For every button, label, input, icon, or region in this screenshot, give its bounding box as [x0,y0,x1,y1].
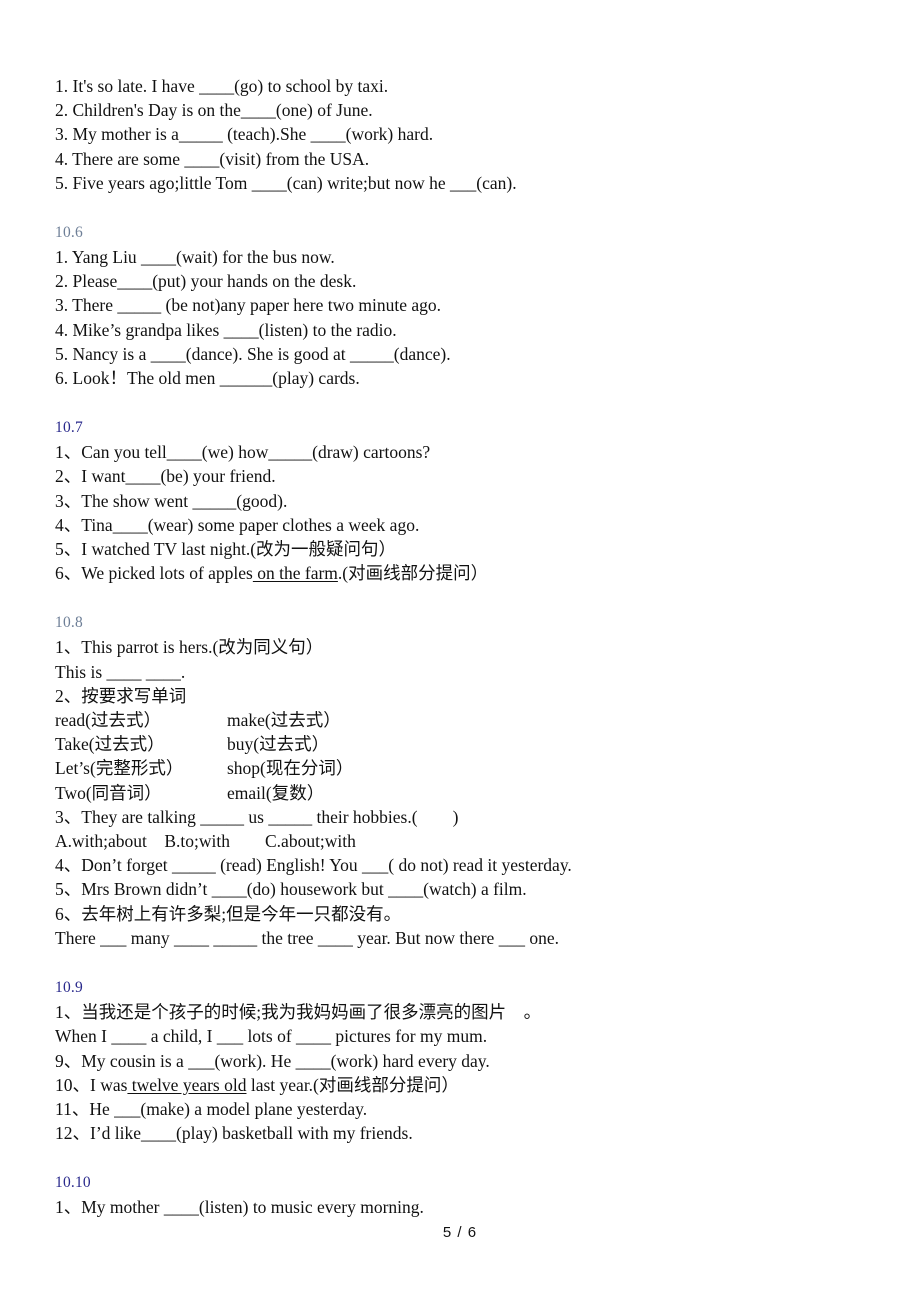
line-text-after: .(对画线部分提问） [337,563,489,584]
underlined-answer-phrase: twelve years old [127,1074,247,1095]
section-10-8: 10.8 1、This parrot is hers.(改为同义句） This … [55,611,875,950]
section-10-6: 10.6 1. Yang Liu ____(wait) for the bus … [55,221,875,390]
exercise-line: 5、I watched TV last night.(改为一般疑问句） [55,539,397,560]
page-number: 5 / 6 [442,1224,478,1241]
vocab-row: Let’s(完整形式） shop(现在分词） [55,756,875,780]
exercise-line: 11、He ___(make) a model plane yesterday. [55,1098,368,1119]
section-10-7: 10.7 1、Can you tell____(we) how_____(dra… [55,416,875,585]
line-text-before: 10、I was [55,1074,128,1095]
section-10-9: 10.9 1、当我还是个孩子的时候;我为我妈妈画了很多漂亮的图片 。 When … [55,976,875,1145]
exercise-line: 1、My mother ____(listen) to music every … [55,1197,424,1218]
exercise-line: 5. Nancy is a ____(dance). She is good a… [55,343,451,364]
exercise-line: When I ____ a child, I ___ lots of ____ … [55,1026,488,1047]
exercise-line: 2、按要求写单词 [55,685,187,706]
exercise-line: 5、Mrs Brown didn’t ____(do) housework bu… [55,879,527,900]
vocab-item: email(复数） [227,782,325,803]
exercise-line: 4、Tina____(wear) some paper clothes a we… [55,514,420,535]
exercise-line: There ___ many ____ _____ the tree ____ … [55,927,559,948]
vocab-item: make(过去式） [227,710,341,731]
section-10-10: 10.10 1、My mother ____(listen) to music … [55,1171,875,1219]
exercise-line: 4、Don’t forget _____ (read) English! You… [55,855,572,876]
exercise-line: 9、My cousin is a ___(work). He ____(work… [55,1050,490,1071]
vocab-item: shop(现在分词） [227,758,354,779]
exercise-line: 4. Mike’s grandpa likes ____(listen) to … [55,319,397,340]
vocab-item: buy(过去式） [227,734,330,755]
exercise-line: 3. My mother is a_____ (teach).She ____(… [55,124,434,145]
exercise-line: 3. There _____ (be not)any paper here tw… [55,295,442,316]
exercise-line: 3、The show went _____(good). [55,490,288,511]
line-text-after: last year.(对画线部分提问） [246,1074,459,1095]
exercise-line: This is ____ ____. [55,661,186,682]
line-text-before: 6、We picked lots of apples [55,563,253,584]
section-heading: 10.7 [55,419,83,437]
exercise-line: 1、当我还是个孩子的时候;我为我妈妈画了很多漂亮的图片 。 [55,1002,542,1023]
section-heading: 10.6 [55,224,83,242]
vocab-item: Two(同音词） [55,782,162,803]
exercise-line: 4. There are some ____(visit) from the U… [55,148,370,169]
exercise-line: 1、Can you tell____(we) how_____(draw) ca… [55,442,431,463]
section-heading: 10.8 [55,614,83,632]
underlined-answer-phrase: on the farm [252,563,338,584]
exercise-line: 3、They are talking _____ us _____ their … [55,806,459,827]
section-heading: 10.10 [55,1174,91,1192]
exercise-line: 2、I want____(be) your friend. [55,466,276,487]
exercise-line: 1. It's so late. I have ____(go) to scho… [55,76,389,96]
vocab-row: read(过去式） make(过去式） [55,708,875,732]
vocab-row: Two(同音词） email(复数） [55,781,875,805]
exercise-line-underlined: 10、I was twelve years old last year.(对画线… [55,1073,875,1097]
exercise-line: 1. Yang Liu ____(wait) for the bus now. [55,247,335,268]
vocab-item: Let’s(完整形式） [55,758,184,779]
vocab-row: Take(过去式） buy(过去式） [55,732,875,756]
section-heading: 10.9 [55,979,83,997]
vocab-item: read(过去式） [55,710,161,731]
exercise-line: 12、I’d like____(play) basketball with my… [55,1123,413,1144]
page-content: 1. It's so late. I have ____(go) to scho… [55,74,875,1220]
exercise-line-underlined: 6、We picked lots of apples on the farm.(… [55,561,875,585]
exercise-line: 6、去年树上有许多梨;但是今年一只都没有。 [55,903,402,924]
exercise-line: 6. Look！The old men ______(play) cards. [55,368,360,389]
exercise-line: 2. Please____(put) your hands on the des… [55,271,357,292]
exercise-line: 5. Five years ago;little Tom ____(can) w… [55,172,517,193]
vocab-item: Take(过去式） [55,734,165,755]
worksheet-page: 1. It's so late. I have ____(go) to scho… [0,0,920,1302]
section-intro: 1. It's so late. I have ____(go) to scho… [55,74,875,195]
exercise-line: 2. Children's Day is on the____(one) of … [55,100,373,121]
exercise-line: 1、This parrot is hers.(改为同义句） [55,637,324,658]
multiple-choice-options: A.with;about B.to;with C.about;with [55,831,356,852]
